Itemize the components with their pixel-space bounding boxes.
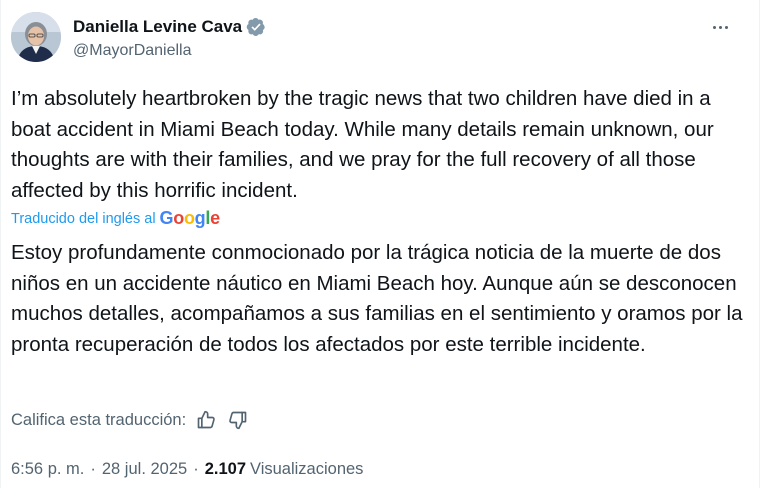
avatar-image [11, 12, 61, 62]
tweet-header: Daniella Levine Cava @MayorDaniella [11, 12, 747, 66]
more-options-icon[interactable] [705, 12, 735, 42]
tweet-meta: 6:56 p. m. · 28 jul. 2025 · 2.107 Visual… [11, 460, 363, 479]
translated-by-link[interactable]: Traducido del inglés al Google [11, 208, 220, 229]
rate-translation-label: Califica esta traducción: [11, 410, 187, 429]
google-logo: Google [159, 208, 221, 228]
verified-badge-icon [246, 17, 266, 37]
views-label: Visualizaciones [250, 460, 364, 478]
thumbs-up-icon[interactable] [196, 410, 216, 430]
tweet-date[interactable]: 28 jul. 2025 [102, 460, 187, 479]
translated-by-label: Traducido del inglés al [11, 210, 156, 227]
tweet-time[interactable]: 6:56 p. m. [11, 460, 84, 479]
tweet-card: Daniella Levine Cava @MayorDaniella I’m … [0, 0, 760, 488]
author-names: Daniella Levine Cava @MayorDaniella [73, 15, 266, 60]
author-display-name[interactable]: Daniella Levine Cava [73, 17, 242, 37]
author-handle[interactable]: @MayorDaniella [73, 42, 266, 60]
thumbs-down-icon[interactable] [228, 410, 248, 430]
tweet-original-text: I’m absolutely heartbroken by the tragic… [11, 87, 714, 202]
meta-separator: · [193, 460, 199, 478]
meta-separator: · [90, 460, 96, 478]
display-name-row: Daniella Levine Cava [73, 15, 266, 39]
tweet-translated-text: Estoy profundamente conmocionado por la … [11, 241, 743, 356]
views-count: 2.107 [204, 460, 246, 478]
avatar[interactable] [11, 12, 61, 62]
rate-translation: Califica esta traducción: [11, 410, 248, 430]
